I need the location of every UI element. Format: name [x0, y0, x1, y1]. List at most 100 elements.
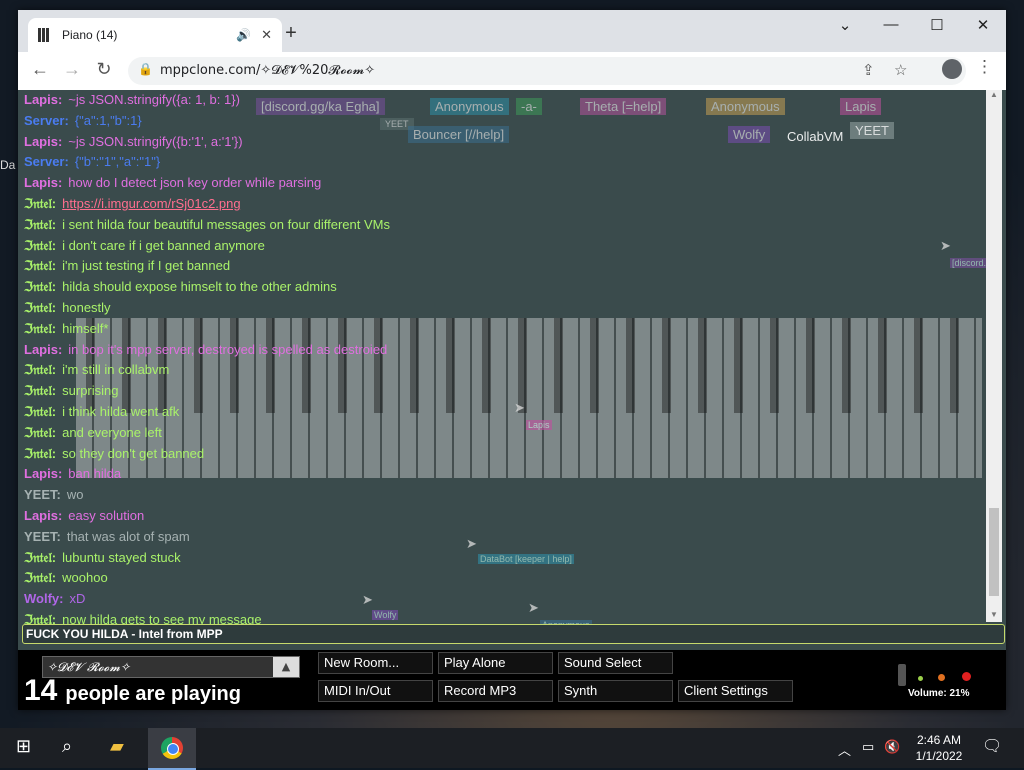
maximize-button[interactable]: ☐: [922, 16, 952, 34]
network-icon[interactable]: ▭: [862, 739, 874, 755]
chat-author[interactable]: ℑ𝔫𝔱𝔢𝔩:: [24, 570, 56, 585]
bookmark-star-icon[interactable]: ☆: [894, 61, 907, 79]
taskbar: ⊞ ⌕ ▰ ︿ ▭ 🔇 2:46 AM 1/1/2022 🗨: [0, 728, 1024, 770]
close-window-button[interactable]: ✕: [968, 16, 998, 34]
chat-text: xD: [69, 591, 86, 607]
volume-muted-icon[interactable]: 🔇: [884, 739, 900, 755]
chat-author[interactable]: ℑ𝔫𝔱𝔢𝔩:: [24, 612, 56, 624]
status-light-icon: [918, 676, 923, 681]
scroll-thumb[interactable]: [989, 508, 999, 596]
new-tab-button[interactable]: +: [278, 22, 304, 45]
play-alone-button[interactable]: Play Alone: [438, 652, 553, 674]
chat-author[interactable]: ℑ𝔫𝔱𝔢𝔩:: [24, 425, 56, 440]
chat-text: i sent hilda four beautiful messages on …: [62, 216, 390, 232]
desktop-icon-label[interactable]: Da: [0, 158, 18, 172]
chat-author[interactable]: ℑ𝔫𝔱𝔢𝔩:: [24, 258, 56, 273]
chat-author[interactable]: Lapis:: [24, 342, 62, 357]
chat-author[interactable]: ℑ𝔫𝔱𝔢𝔩:: [24, 383, 56, 398]
scroll-down-icon[interactable]: ▼: [990, 610, 998, 619]
chat-author[interactable]: Server:: [24, 154, 69, 169]
minimize-button[interactable]: —: [876, 16, 906, 33]
chat-text: i think hilda went afk: [62, 404, 180, 419]
chat-input[interactable]: FUCK YOU HILDA - Intel from MPP: [22, 624, 1005, 644]
chat-text: so they don't get banned: [62, 445, 205, 461]
chat-author[interactable]: ℑ𝔫𝔱𝔢𝔩:: [24, 300, 56, 315]
chat-author[interactable]: YEET:: [24, 529, 61, 544]
chat-text: {"b":"1","a":"1"}: [74, 154, 161, 170]
browser-window: Piano (14) 🔊 ✕ + ⌄ — ☐ ✕ ← → ↻ 🔒 mppclon…: [18, 10, 1006, 710]
chat-message: ℑ𝔫𝔱𝔢𝔩: lubuntu stayed stuck: [24, 550, 181, 566]
chat-message: Lapis: ban hilda: [24, 466, 121, 481]
address-bar[interactable]: 🔒 mppclone.com/✧𝓓𝓔𝓥%20𝓡𝓸𝓸𝓶✧ ⇪ ☆: [128, 57, 966, 85]
chat-author[interactable]: Lapis:: [24, 92, 62, 107]
chat-message: ℑ𝔫𝔱𝔢𝔩: surprising: [24, 383, 119, 399]
midi-button[interactable]: MIDI In/Out: [318, 680, 433, 702]
chat-message: Wolfy: xD: [24, 591, 85, 606]
chat-author[interactable]: ℑ𝔫𝔱𝔢𝔩:: [24, 321, 56, 336]
chat-text: surprising: [62, 383, 119, 399]
share-icon[interactable]: ⇪: [862, 61, 875, 79]
reload-icon[interactable]: ↻: [92, 59, 116, 80]
chat-text: ~js JSON.stringify({b:'1', a:'1'}): [68, 133, 243, 149]
chat-author[interactable]: Lapis:: [24, 175, 62, 190]
notification-icon[interactable]: 🗨: [982, 736, 1002, 756]
tab-piano[interactable]: Piano (14) 🔊 ✕: [28, 18, 282, 52]
chat-author[interactable]: Lapis:: [24, 134, 62, 149]
chat-author[interactable]: Wolfy:: [24, 591, 63, 606]
chat-log[interactable]: Lapis: ~js JSON.stringify({a: 1, b: 1}) Se…: [24, 90, 984, 624]
chat-author[interactable]: ℑ𝔫𝔱𝔢𝔩:: [24, 279, 56, 294]
chat-text: woohoo: [62, 570, 108, 586]
client-settings-button[interactable]: Client Settings: [678, 680, 793, 702]
record-mp3-button[interactable]: Record MP3: [438, 680, 553, 702]
chat-text: ban hilda: [68, 466, 122, 482]
profile-avatar[interactable]: [942, 59, 962, 79]
url-text[interactable]: mppclone.com/✧𝓓𝓔𝓥%20𝓡𝓸𝓸𝓶✧: [160, 63, 375, 78]
windows-start-icon[interactable]: ⊞: [16, 736, 31, 757]
chat-author[interactable]: ℑ𝔫𝔱𝔢𝔩:: [24, 196, 56, 211]
sound-select-button[interactable]: Sound Select: [558, 652, 673, 674]
speaker-icon[interactable]: 🔊: [236, 28, 251, 42]
tab-search-button[interactable]: ⌄: [830, 16, 860, 34]
volume-knob[interactable]: [898, 664, 906, 686]
chat-author[interactable]: ℑ𝔫𝔱𝔢𝔩:: [24, 362, 56, 377]
taskbar-clock[interactable]: 2:46 AM 1/1/2022: [906, 732, 972, 764]
chrome-taskbar-button[interactable]: [148, 728, 196, 770]
synth-button[interactable]: Synth: [558, 680, 673, 702]
chat-author[interactable]: ℑ𝔫𝔱𝔢𝔩:: [24, 446, 56, 461]
chat-link[interactable]: https://i.imgur.com/rSj01c2.png: [62, 196, 240, 211]
chat-message: Lapis: ~js JSON.stringify({a: 1, b: 1}): [24, 92, 240, 107]
scroll-up-icon[interactable]: ▲: [990, 90, 998, 99]
chat-author[interactable]: ℑ𝔫𝔱𝔢𝔩:: [24, 238, 56, 253]
chat-author[interactable]: Lapis:: [24, 466, 62, 481]
clock-date: 1/1/2022: [915, 749, 963, 763]
chat-message: ℑ𝔫𝔱𝔢𝔩: honestly: [24, 300, 111, 316]
tab-close-icon[interactable]: ✕: [261, 27, 272, 43]
chat-author[interactable]: ℑ𝔫𝔱𝔢𝔩:: [24, 404, 56, 419]
room-dropdown-icon[interactable]: ▲: [273, 657, 299, 677]
chat-message: ℑ𝔫𝔱𝔢𝔩: so they don't get banned: [24, 446, 204, 462]
file-explorer-icon[interactable]: ▰: [110, 736, 124, 757]
forward-icon[interactable]: →: [60, 59, 84, 80]
chat-author[interactable]: Server:: [24, 113, 69, 128]
lock-icon[interactable]: 🔒: [138, 62, 153, 76]
chat-message: ℑ𝔫𝔱𝔢𝔩: i'm still in collabvm: [24, 362, 169, 378]
chevron-up-icon[interactable]: ︿: [838, 740, 851, 759]
status-light-icon: [962, 672, 971, 681]
mpp-page: [discord.gg/ka Egha] Anonymous -a- Theta…: [18, 90, 1006, 710]
new-room-button[interactable]: New Room...: [318, 652, 433, 674]
chat-message: Lapis: ~js JSON.stringify({b:'1', a:'1'}): [24, 134, 243, 149]
chat-text: i don't care if i get banned anymore: [62, 237, 265, 253]
back-icon[interactable]: ←: [28, 59, 52, 80]
player-count-number: 14: [24, 674, 58, 707]
menu-icon[interactable]: ⋮: [976, 57, 993, 77]
chat-author[interactable]: YEET:: [24, 487, 61, 502]
search-icon[interactable]: ⌕: [62, 736, 72, 757]
chat-text: in bop it's mpp server, destroyed is spe…: [68, 341, 388, 357]
chat-message: Lapis: in bop it's mpp server, destroyed …: [24, 342, 387, 357]
chat-message: ℑ𝔫𝔱𝔢𝔩: i don't care if i get banned anymo…: [24, 238, 265, 254]
chat-author[interactable]: ℑ𝔫𝔱𝔢𝔩:: [24, 217, 56, 232]
chat-scrollbar[interactable]: ▲ ▼: [986, 90, 1002, 622]
chat-author[interactable]: Lapis:: [24, 508, 62, 523]
chat-message: YEET: that was alot of spam: [24, 529, 190, 544]
chat-author[interactable]: ℑ𝔫𝔱𝔢𝔩:: [24, 550, 56, 565]
